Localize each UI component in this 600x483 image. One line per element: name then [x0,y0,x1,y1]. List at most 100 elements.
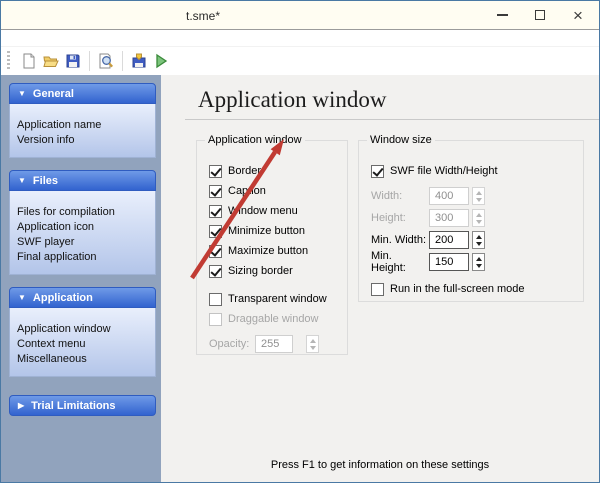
checkbox-row-draggable-window: Draggable window [209,309,347,329]
checkbox-row-caption[interactable]: Caption [209,181,347,201]
group-window-size: Window size SWF file Width/Height Width:… [358,134,584,302]
toolbar [1,47,599,75]
sidebar-header-files[interactable]: ▼ Files [9,170,156,191]
checkbox-row-minimize-button[interactable]: Minimize button [209,221,347,241]
checkbox-row-window-menu[interactable]: Window menu [209,201,347,221]
title-rule [185,119,599,120]
width-label: Width: [371,190,403,202]
new-file-button[interactable] [18,50,40,72]
chevron-right-icon: ▶ [18,401,25,410]
min-height-input[interactable]: 150 [429,253,469,271]
app-window: t.sme* × ▼ General Application name Vers… [0,0,600,483]
close-button[interactable]: × [559,1,597,29]
open-folder-icon [43,56,59,67]
page-title: Application window [198,87,387,112]
chevron-down-icon: ▼ [18,176,26,185]
run-icon [156,53,168,69]
checkbox-draggable-window [209,312,222,326]
checkbox-window-menu[interactable] [209,204,222,218]
checkbox-row-transparent-window[interactable]: Transparent window [209,289,347,309]
opacity-row: Opacity: 255 [209,333,347,355]
spin-up-icon [475,234,482,239]
spin-down-icon [475,241,482,246]
checkbox-row-fullscreen[interactable]: Run in the full-screen mode [371,279,583,299]
maximize-icon [535,10,545,20]
field-row-min-width: Min. Width: 200 [371,229,583,251]
save-icon [66,54,80,68]
checkbox-row-sizing-border[interactable]: Sizing border [209,261,347,281]
sidebar-item-application-window[interactable]: Application window [17,322,151,337]
sidebar-item-application-name[interactable]: Application name [17,118,151,133]
maximize-button[interactable] [521,1,559,29]
checkbox-minimize-button[interactable] [209,224,222,238]
min-height-stepper[interactable] [472,253,485,271]
checkbox-row-border[interactable]: Border [209,161,347,181]
sidebar-section-trial-limitations: ▶ Trial Limitations [9,395,156,416]
sidebar-item-swf-player[interactable]: SWF player [17,235,151,250]
sidebar-item-context-menu[interactable]: Context menu [17,337,151,352]
chevron-down-icon: ▼ [18,89,26,98]
toolbar-grip[interactable] [7,51,10,71]
field-row-width: Width: 400 [371,185,583,207]
checkbox-maximize-button[interactable] [209,244,222,258]
checkbox-row-swf-size[interactable]: SWF file Width/Height [371,161,583,181]
sidebar-header-label: Application [32,291,93,304]
spin-down-icon [475,197,482,202]
sidebar-item-version-info[interactable]: Version info [17,133,151,148]
sidebar-section-files: ▼ Files Files for compilation Applicatio… [9,170,156,275]
checkbox-row-maximize-button[interactable]: Maximize button [209,241,347,261]
min-height-label: Min. Height: [371,250,406,274]
checkbox-fullscreen[interactable] [371,282,384,296]
min-width-input[interactable]: 200 [429,231,469,249]
checkbox-swf-width-height[interactable] [371,164,384,178]
checkbox-border[interactable] [209,164,222,178]
preview-button[interactable] [95,50,117,72]
checkbox-sizing-border[interactable] [209,264,222,278]
chevron-down-icon: ▼ [18,293,26,302]
menu-strip [1,30,599,47]
sidebar-header-general[interactable]: ▼ General [9,83,156,104]
footer-hint: Press F1 to get information on these set… [270,459,490,471]
new-file-icon [23,53,35,69]
sidebar-item-miscellaneous[interactable]: Miscellaneous [17,352,151,367]
titlebar: t.sme* × [1,1,599,30]
sidebar-section-application: ▼ Application Application window Context… [9,287,156,377]
field-row-min-height: Min. Height: 150 [371,250,583,274]
opacity-stepper [306,335,319,353]
sidebar-item-files-for-compilation[interactable]: Files for compilation [17,205,151,220]
sidebar-item-application-icon[interactable]: Application icon [17,220,151,235]
sidebar: ▼ General Application name Version info … [1,75,161,482]
sidebar-header-label: General [32,87,74,100]
compile-icon [132,53,146,68]
sidebar-header-label: Files [32,174,58,187]
min-width-stepper[interactable] [472,231,485,249]
toolbar-separator [89,51,90,71]
close-icon: × [573,5,583,25]
width-stepper [472,187,485,205]
window-title: t.sme* [186,9,221,23]
spin-up-icon [475,190,482,195]
open-file-button[interactable] [40,50,62,72]
compile-button[interactable] [128,50,150,72]
sidebar-header-application[interactable]: ▼ Application [9,287,156,308]
sidebar-header-trial-limitations[interactable]: ▶ Trial Limitations [9,395,156,416]
field-row-height: Height: 300 [371,207,583,229]
height-label: Height: [371,212,406,224]
minimize-button[interactable] [483,1,521,29]
run-button[interactable] [150,50,172,72]
sidebar-item-final-application[interactable]: Final application [17,250,151,265]
save-file-button[interactable] [62,50,84,72]
spin-down-icon [309,345,316,350]
height-input: 300 [429,209,469,227]
spin-up-icon [475,256,482,261]
opacity-label: Opacity: [209,338,250,350]
checkbox-transparent-window[interactable] [209,292,222,306]
toolbar-separator [122,51,123,71]
min-width-label: Min. Width: [371,234,427,246]
sidebar-header-label: Trial Limitations [31,399,116,412]
spin-down-icon [475,263,482,268]
spin-up-icon [475,212,482,217]
width-input: 400 [429,187,469,205]
main-panel: Application window Application window Bo… [161,75,599,482]
checkbox-caption[interactable] [209,184,222,198]
